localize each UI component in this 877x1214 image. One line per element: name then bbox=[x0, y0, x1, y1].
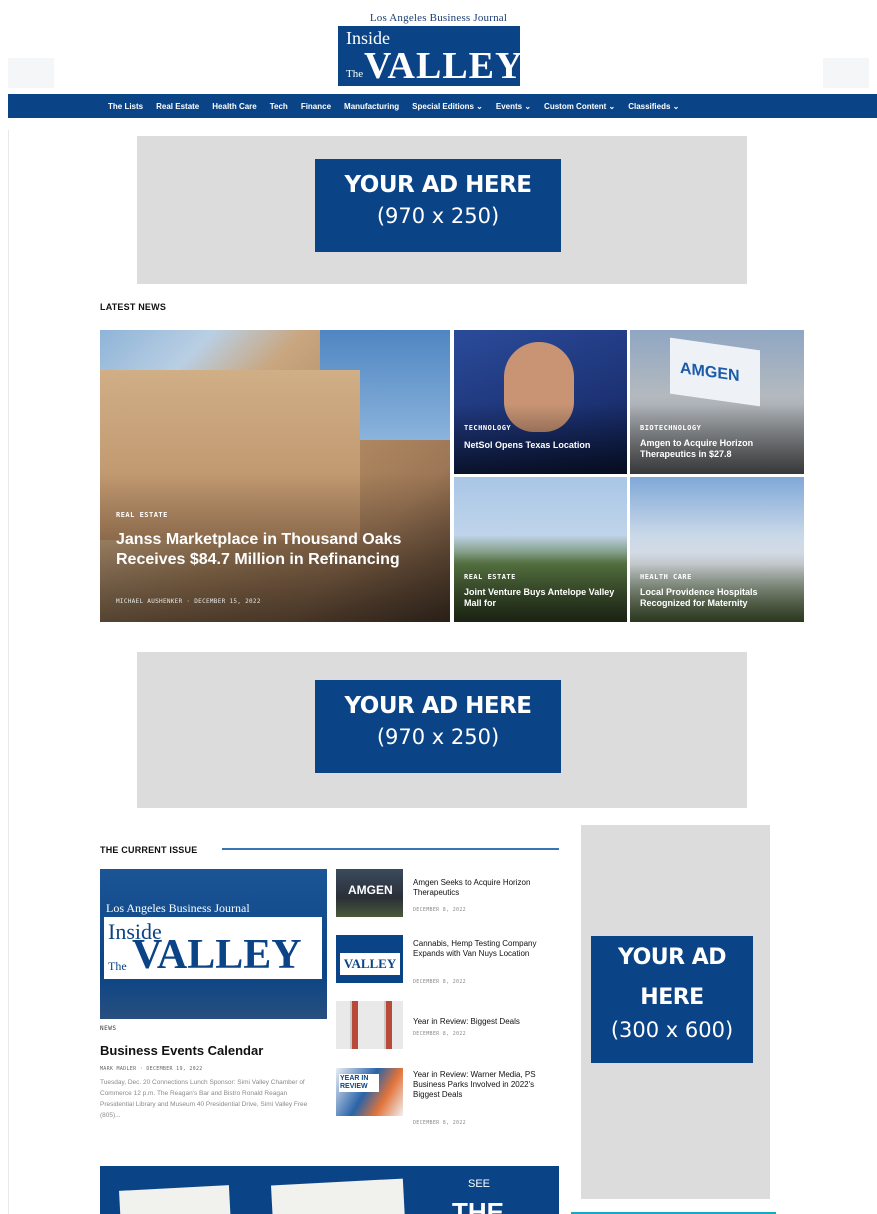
see-issue-banner[interactable]: SEE THE bbox=[100, 1166, 559, 1214]
nav-item-special-editions[interactable]: Special Editions ⌄ bbox=[412, 102, 483, 111]
see-label: SEE bbox=[468, 1178, 491, 1190]
featured-category[interactable]: REAL ESTATE bbox=[116, 511, 168, 519]
tile-overlay bbox=[454, 404, 627, 474]
cover-the-text: The bbox=[108, 959, 127, 973]
side-ad-slot[interactable]: YOUR AD HERE (300 x 600) bbox=[581, 825, 770, 1199]
news-thumb[interactable]: VALLEY bbox=[336, 935, 403, 983]
list-item-title[interactable]: Amgen Seeks to Acquire Horizon Therapeut… bbox=[413, 878, 563, 898]
nav-item-classifieds[interactable]: Classifieds ⌄ bbox=[628, 102, 679, 111]
featured-title[interactable]: Janss Marketplace in Thousand Oaks Recei… bbox=[116, 530, 416, 570]
site-header: Los Angeles Business Journal Inside The … bbox=[0, 0, 877, 92]
tile-category[interactable]: HEALTH CARE bbox=[640, 573, 692, 581]
current-issue-heading: THE CURRENT ISSUE bbox=[100, 845, 198, 855]
news-thumb[interactable]: AMGEN bbox=[336, 869, 403, 917]
side-ad-size: (300 x 600) bbox=[610, 1018, 734, 1042]
side-ad-title-line2: HERE bbox=[640, 985, 704, 1010]
newspaper-image-right bbox=[270, 1178, 406, 1214]
header-side-panel-left bbox=[8, 58, 54, 88]
news-thumb[interactable]: YEAR IN REVIEW bbox=[336, 1068, 403, 1116]
newspaper-image-left bbox=[119, 1185, 231, 1214]
header-side-panel-right bbox=[823, 58, 869, 88]
issue-cover-image[interactable]: Los Angeles Business Journal Inside The … bbox=[100, 869, 327, 1019]
thumb-text: AMGEN bbox=[348, 883, 393, 897]
top-ad-slot[interactable]: YOUR AD HERE (970 x 250) bbox=[137, 136, 747, 284]
top-ad-size: (970 x 250) bbox=[376, 204, 500, 228]
cover-logo: Inside The VALLEY bbox=[104, 917, 322, 979]
site-logo[interactable]: Inside The VALLEY bbox=[338, 26, 524, 87]
middle-ad-label: YOUR AD HERE (970 x 250) bbox=[315, 680, 561, 773]
nav-item-finance[interactable]: Finance bbox=[301, 102, 331, 111]
list-item-date: DECEMBER 8, 2022 bbox=[413, 1120, 466, 1126]
news-thumb[interactable] bbox=[336, 1001, 403, 1049]
list-item[interactable]: VALLEY Cannabis, Hemp Testing Company Ex… bbox=[336, 935, 566, 990]
side-ad-label: YOUR AD HERE (300 x 600) bbox=[591, 936, 753, 1063]
middle-ad-size: (970 x 250) bbox=[376, 725, 500, 749]
logo-valley-text: VALLEY bbox=[364, 45, 524, 87]
nav-item-tech[interactable]: Tech bbox=[270, 102, 288, 111]
tile-title[interactable]: NetSol Opens Texas Location bbox=[464, 440, 619, 451]
tile-title[interactable]: Local Providence Hospitals Recognized fo… bbox=[640, 587, 795, 609]
page-left-border bbox=[8, 130, 9, 1214]
cover-valley-text: VALLEY bbox=[132, 932, 302, 978]
news-tile-real-estate[interactable]: REAL ESTATE Joint Venture Buys Antelope … bbox=[454, 477, 627, 622]
cover-publisher: Los Angeles Business Journal bbox=[106, 901, 250, 915]
tile-category[interactable]: REAL ESTATE bbox=[464, 573, 516, 581]
nav-item-events[interactable]: Events ⌄ bbox=[496, 102, 531, 111]
main-nav: The Lists Real Estate Health Care Tech F… bbox=[8, 94, 877, 118]
top-ad-label: YOUR AD HERE (970 x 250) bbox=[315, 159, 561, 252]
news-tile-technology[interactable]: TECHNOLOGY NetSol Opens Texas Location bbox=[454, 330, 627, 474]
tile-category[interactable]: TECHNOLOGY bbox=[464, 424, 511, 432]
see-title: THE bbox=[452, 1197, 504, 1214]
list-item[interactable]: Year in Review: Biggest Deals DECEMBER 8… bbox=[336, 1001, 566, 1056]
issue-feature-category[interactable]: NEWS bbox=[100, 1025, 116, 1032]
logo-the-text: The bbox=[346, 68, 364, 80]
nav-item-real-estate[interactable]: Real Estate bbox=[156, 102, 199, 111]
list-item[interactable]: AMGEN Amgen Seeks to Acquire Horizon The… bbox=[336, 869, 566, 924]
side-ad-title-line1: YOUR AD bbox=[617, 945, 727, 970]
middle-ad-slot[interactable]: YOUR AD HERE (970 x 250) bbox=[137, 652, 747, 808]
issue-feature-meta: MARK MADLER · DECEMBER 19, 2022 bbox=[100, 1066, 203, 1072]
nav-item-manufacturing[interactable]: Manufacturing bbox=[344, 102, 399, 111]
featured-meta: MICHAEL AUSHENKER · DECEMBER 15, 2022 bbox=[116, 598, 261, 605]
nav-item-custom-content[interactable]: Custom Content ⌄ bbox=[544, 102, 615, 111]
list-item-date: DECEMBER 8, 2022 bbox=[413, 1031, 466, 1037]
tile-title[interactable]: Joint Venture Buys Antelope Valley Mall … bbox=[464, 587, 619, 609]
list-item[interactable]: YEAR IN REVIEW Year in Review: Warner Me… bbox=[336, 1068, 566, 1138]
featured-story-tile[interactable]: REAL ESTATE Janss Marketplace in Thousan… bbox=[100, 330, 450, 622]
issue-feature-title[interactable]: Business Events Calendar bbox=[100, 1043, 263, 1058]
nav-item-the-lists[interactable]: The Lists bbox=[108, 102, 143, 111]
latest-news-heading: LATEST NEWS bbox=[100, 302, 167, 312]
thumb-text: YEAR IN REVIEW bbox=[339, 1074, 379, 1092]
issue-feature-excerpt: Tuesday, Dec. 20 Connections Lunch Spons… bbox=[100, 1079, 308, 1119]
news-tile-health-care[interactable]: HEALTH CARE Local Providence Hospitals R… bbox=[630, 477, 804, 622]
list-item-date: DECEMBER 8, 2022 bbox=[413, 907, 466, 913]
tile-title[interactable]: Amgen to Acquire Horizon Therapeutics in… bbox=[640, 438, 795, 460]
nav-item-health-care[interactable]: Health Care bbox=[212, 102, 256, 111]
top-ad-title: YOUR AD HERE bbox=[344, 172, 532, 198]
list-item-title[interactable]: Year in Review: Biggest Deals bbox=[413, 1017, 563, 1027]
list-item-title[interactable]: Cannabis, Hemp Testing Company Expands w… bbox=[413, 939, 563, 959]
list-item-date: DECEMBER 8, 2022 bbox=[413, 979, 466, 985]
news-tile-biotechnology[interactable]: AMGEN BIOTECHNOLOGY Amgen to Acquire Hor… bbox=[630, 330, 804, 474]
current-issue-divider bbox=[222, 848, 559, 850]
list-item-title[interactable]: Year in Review: Warner Media, PS Busines… bbox=[413, 1070, 563, 1100]
middle-ad-title: YOUR AD HERE bbox=[344, 693, 532, 719]
thumb-text: VALLEY bbox=[340, 953, 400, 975]
nav-list: The Lists Real Estate Health Care Tech F… bbox=[108, 94, 679, 118]
publisher-name: Los Angeles Business Journal bbox=[369, 12, 508, 24]
tile-category[interactable]: BIOTECHNOLOGY bbox=[640, 424, 701, 432]
